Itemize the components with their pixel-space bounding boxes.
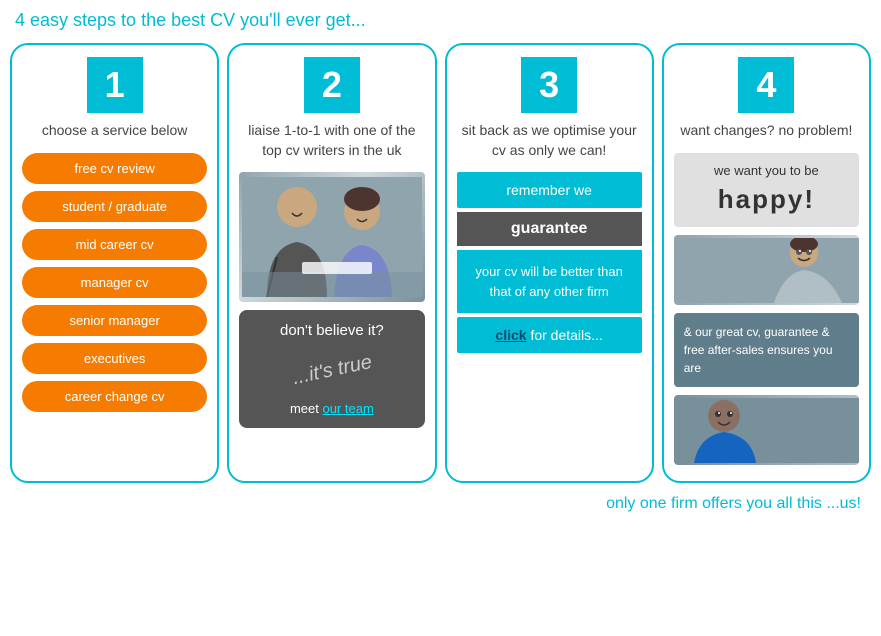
- click-link[interactable]: click: [495, 327, 526, 343]
- step-desc-4: want changes? no problem!: [680, 121, 852, 141]
- btn-manager-cv[interactable]: manager cv: [22, 267, 207, 298]
- col2-dark-section: don't believe it? ...it's true meet our …: [239, 310, 424, 428]
- its-true-text: ...it's true: [289, 347, 374, 393]
- man-smiling-image: [674, 395, 859, 465]
- guarantee-box: guarantee: [457, 212, 642, 246]
- guarantee-text-box: & our great cv, guarantee & free after-s…: [674, 313, 859, 387]
- meeting-image: [239, 172, 424, 302]
- we-want-text: we want you to be: [684, 163, 849, 180]
- btn-executives[interactable]: executives: [22, 343, 207, 374]
- step-desc-3: sit back as we optimise your cv as only …: [457, 121, 642, 160]
- woman-smiling-image: [674, 235, 859, 305]
- step-number-1: 1: [87, 57, 143, 113]
- click-details-box[interactable]: click for details...: [457, 317, 642, 353]
- bottom-text: only one firm offers you all this ...us!: [10, 495, 871, 513]
- btn-senior-manager[interactable]: senior manager: [22, 305, 207, 336]
- column-4: 4 want changes? no problem! we want you …: [662, 43, 871, 483]
- column-2: 2 liaise 1-to-1 with one of the top cv w…: [227, 43, 436, 483]
- step-desc-2: liaise 1-to-1 with one of the top cv wri…: [239, 121, 424, 160]
- btn-career-change[interactable]: career change cv: [22, 381, 207, 412]
- step-desc-1: choose a service below: [42, 121, 188, 141]
- meeting-svg: [242, 177, 422, 297]
- btn-free-cv-review[interactable]: free cv review: [22, 153, 207, 184]
- happy-box: we want you to be happy!: [674, 153, 859, 228]
- for-details-text: for details...: [527, 327, 603, 343]
- happy-word: happy!: [684, 183, 849, 217]
- page-title: 4 easy steps to the best CV you'll ever …: [10, 10, 871, 31]
- column-3: 3 sit back as we optimise your cv as onl…: [445, 43, 654, 483]
- our-team-link[interactable]: our team: [322, 401, 373, 416]
- meet-text: meet our team: [249, 399, 414, 419]
- btn-mid-career[interactable]: mid career cv: [22, 229, 207, 260]
- step-number-2: 2: [304, 57, 360, 113]
- btn-student-graduate[interactable]: student / graduate: [22, 191, 207, 222]
- step-number-3: 3: [521, 57, 577, 113]
- columns: 1 choose a service below free cv review …: [10, 43, 871, 483]
- column-1: 1 choose a service below free cv review …: [10, 43, 219, 483]
- cv-better-box: your cv will be better than that of any …: [457, 250, 642, 313]
- remember-box: remember we: [457, 172, 642, 208]
- dont-believe-text: don't believe it?: [249, 320, 414, 343]
- step-number-4: 4: [738, 57, 794, 113]
